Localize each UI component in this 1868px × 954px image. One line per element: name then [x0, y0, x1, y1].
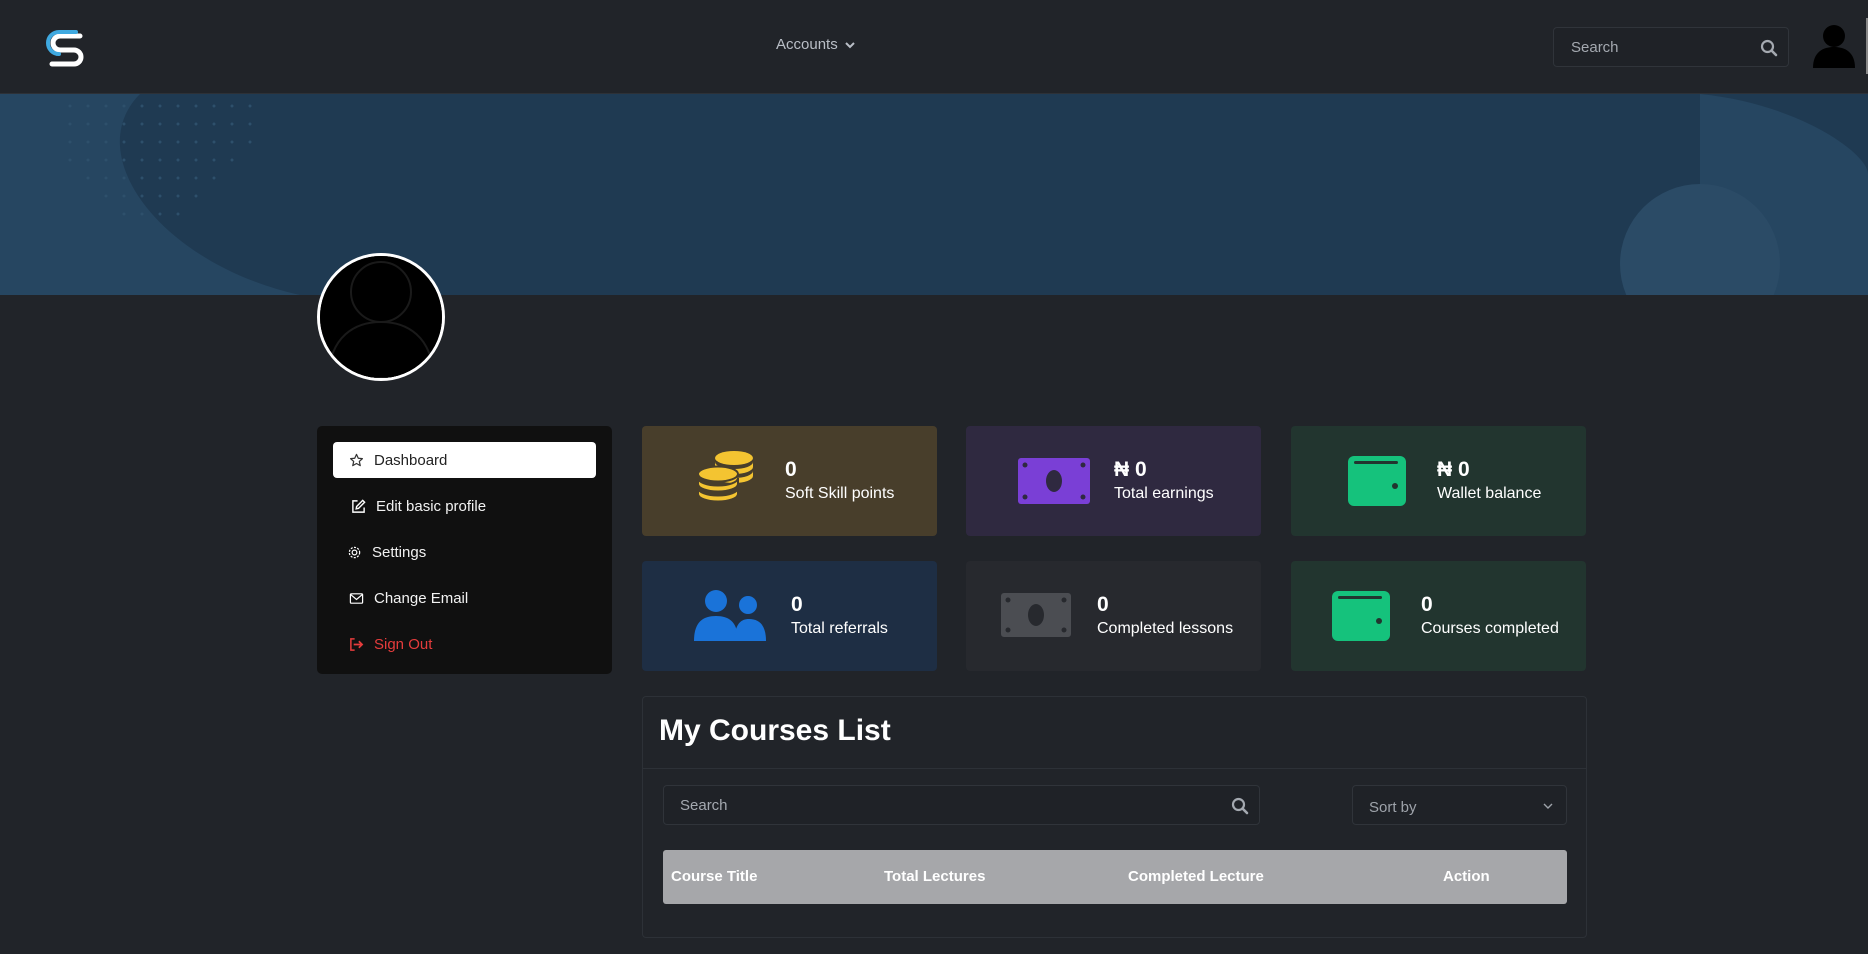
banner-decoration	[0, 94, 1868, 295]
stat-card-completed-lessons: 0 Completed lessons	[966, 561, 1261, 671]
sidebar-item-label: Edit basic profile	[376, 497, 487, 515]
column-header-completed-lecture[interactable]: Completed Lecture	[1128, 868, 1264, 885]
stat-value: 0	[791, 593, 803, 616]
stat-card-total-referrals: 0 Total referrals	[642, 561, 937, 671]
sign-out-icon	[350, 637, 364, 651]
stat-value: ₦ 0	[1114, 458, 1147, 481]
courses-table-header: Course Title Total Lectures Completed Le…	[663, 850, 1567, 904]
sort-by-label: Sort by	[1369, 799, 1417, 816]
courses-search-input[interactable]	[664, 786, 1259, 824]
sidebar-item-edit-profile[interactable]: Edit basic profile	[333, 488, 596, 524]
profile-avatar[interactable]	[317, 253, 445, 381]
header-search	[1553, 27, 1789, 67]
search-icon[interactable]	[1231, 797, 1249, 815]
top-navbar: Accounts	[0, 0, 1868, 94]
stat-value: ₦ 0	[1437, 458, 1470, 481]
sidebar-item-label: Change Email	[374, 589, 469, 607]
logo-icon[interactable]	[46, 28, 88, 68]
stat-card-wallet-balance: ₦ 0 Wallet balance	[1291, 426, 1586, 536]
gear-icon	[348, 546, 361, 558]
my-courses-panel: My Courses List Sort by Course Title Tot…	[642, 696, 1587, 938]
stat-value: 0	[785, 458, 797, 481]
coins-icon	[697, 451, 753, 503]
chevron-down-icon	[1543, 803, 1553, 809]
money-bill-icon	[1001, 593, 1071, 637]
stat-card-soft-skill-points: 0 Soft Skill points	[642, 426, 937, 536]
sidebar-item-sign-out[interactable]: Sign Out	[333, 626, 596, 662]
stat-value: 0	[1097, 593, 1109, 616]
star-icon	[349, 453, 364, 466]
chevron-down-icon	[844, 41, 855, 48]
user-avatar-icon[interactable]	[1811, 22, 1857, 70]
edit-icon	[352, 498, 366, 513]
wallet-icon	[1348, 456, 1406, 506]
sidebar-item-dashboard[interactable]: Dashboard	[333, 442, 596, 478]
search-icon[interactable]	[1760, 39, 1778, 57]
nav-accounts-dropdown[interactable]: Accounts	[776, 36, 856, 53]
sidebar-item-settings[interactable]: Settings	[333, 534, 596, 570]
stat-label: Courses completed	[1421, 620, 1559, 637]
stat-card-courses-completed: 0 Courses completed	[1291, 561, 1586, 671]
money-bill-icon	[1018, 458, 1090, 504]
courses-search	[663, 785, 1260, 825]
profile-banner	[0, 94, 1868, 295]
stat-value: 0	[1421, 593, 1433, 616]
column-header-total-lectures[interactable]: Total Lectures	[884, 868, 985, 885]
profile-sidebar: Dashboard Edit basic profile Settings Ch…	[317, 426, 612, 674]
stat-label: Wallet balance	[1437, 485, 1542, 502]
sidebar-item-label: Sign Out	[374, 635, 433, 653]
sidebar-item-change-email[interactable]: Change Email	[333, 580, 596, 616]
stat-label: Total earnings	[1114, 485, 1214, 502]
users-icon	[694, 590, 766, 641]
nav-accounts-label: Accounts	[776, 36, 838, 53]
column-header-action[interactable]: Action	[1443, 868, 1490, 885]
divider	[643, 768, 1586, 769]
wallet-icon	[1332, 591, 1390, 641]
sidebar-item-label: Dashboard	[374, 451, 448, 469]
stat-card-total-earnings: ₦ 0 Total earnings	[966, 426, 1261, 536]
column-header-course-title[interactable]: Course Title	[671, 868, 757, 885]
stat-label: Total referrals	[791, 620, 888, 637]
envelope-icon	[349, 592, 364, 604]
sort-by-select[interactable]: Sort by	[1352, 785, 1567, 825]
courses-title: My Courses List	[659, 714, 891, 747]
header-search-input[interactable]	[1554, 28, 1788, 66]
stat-label: Completed lessons	[1097, 620, 1234, 637]
stat-label: Soft Skill points	[785, 485, 895, 502]
avatar-silhouette-icon	[320, 256, 442, 378]
sidebar-item-label: Settings	[372, 543, 427, 561]
